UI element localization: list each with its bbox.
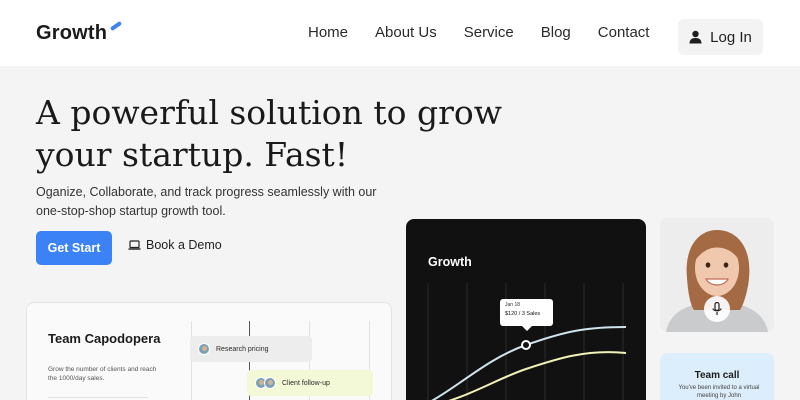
main-nav: Home About Us Service Blog Contact xyxy=(308,24,676,41)
nav-blog[interactable]: Blog xyxy=(541,24,571,41)
call-title: Team call xyxy=(694,370,740,381)
team-card: Team Capodopera Grow the number of clien… xyxy=(26,302,392,400)
avatar xyxy=(198,343,210,355)
book-demo-button[interactable]: Book a Demo xyxy=(128,238,222,252)
get-start-button[interactable]: Get Start xyxy=(36,231,112,265)
brand-logo[interactable]: Growth xyxy=(36,22,107,45)
hero-subtitle: Oganize, Collaborate, and track progress… xyxy=(36,185,377,218)
task-label: Client follow-up xyxy=(282,379,330,387)
laptop-icon xyxy=(128,239,141,250)
team-description: Grow the number of clients and reach the… xyxy=(48,366,157,382)
microphone-button[interactable] xyxy=(704,296,730,322)
nav-home[interactable]: Home xyxy=(308,24,348,41)
site-header: Growth Home About Us Service Blog Contac… xyxy=(0,0,800,66)
team-divider xyxy=(48,397,148,398)
nav-contact[interactable]: Contact xyxy=(598,24,650,41)
nav-service[interactable]: Service xyxy=(464,24,514,41)
avatar xyxy=(264,377,276,389)
team-title: Team Capodopera xyxy=(48,331,161,346)
logo-mark-icon xyxy=(109,20,123,32)
team-call-card[interactable]: Team call You've been invited to a virtu… xyxy=(660,353,774,400)
hero-title: A powerful solution to grow your startup… xyxy=(36,93,503,174)
login-label: Log In xyxy=(710,28,752,46)
chart-tooltip: Jan 18 $120 / 3 Sales xyxy=(500,299,553,331)
call-description: You've been invited to a virtual meeting… xyxy=(678,385,760,399)
growth-line-primary xyxy=(431,326,627,400)
growth-chart-card: Growth Jan 18 $120 / 3 Sales xyxy=(406,219,646,400)
user-icon xyxy=(689,30,702,44)
task-client-follow-up[interactable]: Client follow-up xyxy=(247,370,373,396)
login-button[interactable]: Log In xyxy=(678,19,763,55)
microphone-icon xyxy=(712,302,722,315)
profile-photo-card xyxy=(660,218,774,332)
chart-highlight-point xyxy=(521,340,531,350)
tooltip-date: Jan 18 xyxy=(505,302,521,308)
nav-about[interactable]: About Us xyxy=(375,24,437,41)
task-label: Research pricing xyxy=(216,345,269,353)
task-research-pricing[interactable]: Research pricing xyxy=(190,336,312,362)
tooltip-value: $120 / 3 Sales xyxy=(505,311,541,317)
book-demo-label: Book a Demo xyxy=(146,238,222,252)
growth-line-secondary xyxy=(448,351,627,400)
